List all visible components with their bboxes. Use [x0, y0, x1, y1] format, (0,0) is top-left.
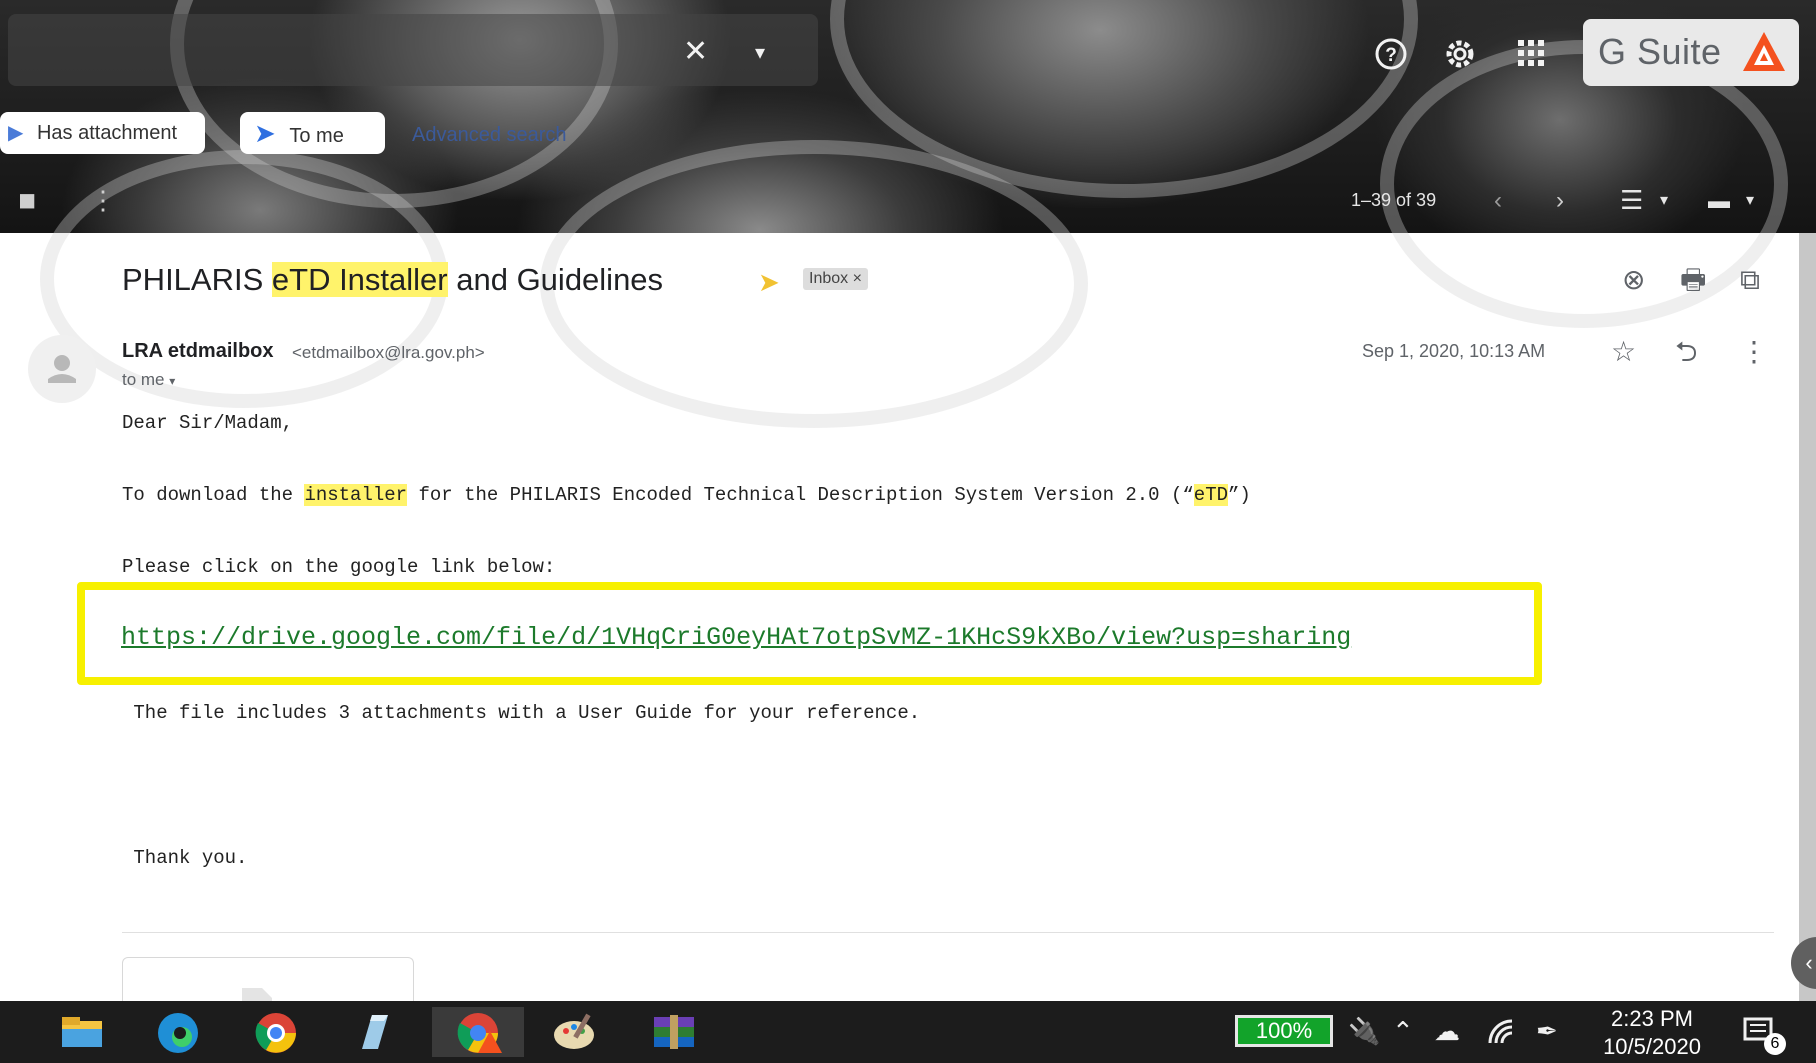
- caret-down-icon[interactable]: ▾: [755, 38, 765, 68]
- taskbar-chrome[interactable]: [238, 1007, 314, 1057]
- subject-highlighted-text: eTD Installer: [271, 262, 448, 297]
- edge-browser-icon: [158, 1013, 198, 1053]
- clock-time[interactable]: 2:23 PM: [1602, 1006, 1702, 1032]
- density-menu-icon[interactable]: ☰: [1620, 185, 1643, 215]
- more-vert-icon[interactable]: ⋮: [90, 185, 116, 215]
- body-highlighted-text: installer: [304, 484, 408, 506]
- body-line-download: To download the installer for the PHILAR…: [122, 484, 1251, 506]
- sender-email: <etdmailbox@lra.gov.ph>: [292, 343, 485, 362]
- keyboard-icon[interactable]: ▬: [1708, 186, 1730, 216]
- notification-count-badge: 6: [1764, 1033, 1786, 1055]
- clock-date[interactable]: 10/5/2020: [1595, 1034, 1709, 1060]
- gsuite-brand-label: G Suite: [1598, 31, 1722, 72]
- body-highlighted-text: eTD: [1193, 484, 1229, 506]
- windows-taskbar: 100% 🔌 ⌃ ☁ ✒ 2:23 PM 10/5/2020 6: [0, 1001, 1816, 1063]
- cloud-error-icon[interactable]: ☁: [1434, 1017, 1460, 1045]
- chevron-left-icon: ‹: [1805, 950, 1813, 975]
- gsuite-account-button[interactable]: G Suite: [1583, 19, 1799, 86]
- gmail-header: ✕ ▾ ? G Suite ▶ Has attachment ➤ To me A…: [0, 0, 1816, 428]
- caret-down-icon[interactable]: ▾: [1660, 186, 1668, 216]
- chip-label: Has attachment: [36, 122, 178, 144]
- organization-logo-icon: [1743, 32, 1785, 71]
- sender-name: LRA etdmailbox: [122, 340, 274, 362]
- caret-down-icon: ▾: [169, 374, 176, 388]
- apps-grid-icon[interactable]: [1516, 38, 1546, 74]
- open-in-new-window-icon[interactable]: ⧉: [1740, 266, 1760, 294]
- chevron-right-icon[interactable]: ›: [1556, 186, 1564, 216]
- body-text: for the PHILARIS Encoded Technical Descr…: [407, 484, 1194, 506]
- importance-marker-icon[interactable]: ➤: [758, 268, 780, 296]
- body-text: To download the: [122, 484, 305, 506]
- select-checkbox-icon[interactable]: ◼: [18, 185, 36, 215]
- person-icon: [48, 355, 76, 383]
- recipient-details-toggle[interactable]: to me ▾: [122, 370, 175, 390]
- attachment-icon: ▶: [8, 122, 24, 144]
- archive-icon: [654, 1015, 694, 1049]
- chevron-left-icon[interactable]: ‹: [1494, 186, 1502, 216]
- label-text: Inbox: [809, 270, 849, 287]
- reply-icon[interactable]: ⮌: [1675, 338, 1697, 366]
- chrome-icon: [255, 1013, 296, 1053]
- chrome-profile-icon: [457, 1013, 502, 1053]
- folder-icon: [62, 1017, 102, 1047]
- taskbar-paint[interactable]: [536, 1007, 612, 1057]
- recipient-label: to me: [122, 370, 165, 389]
- email-subject: PHILARIS eTD Installer and Guidelines: [122, 262, 663, 298]
- close-icon[interactable]: ✕: [683, 37, 708, 67]
- wifi-icon[interactable]: [1486, 1017, 1516, 1050]
- chip-label: To me: [289, 125, 344, 147]
- send-arrow-icon: ➤: [254, 118, 276, 148]
- print-icon[interactable]: 🖶: [1680, 266, 1706, 294]
- subject-text: PHILARIS: [122, 262, 272, 297]
- body-closing: Thank you.: [122, 847, 248, 869]
- taskbar-winrar[interactable]: [636, 1007, 712, 1057]
- scrollbar[interactable]: [1799, 233, 1816, 1003]
- body-line-instructions: Please click on the google link below:: [122, 556, 556, 578]
- taskbar-edge[interactable]: [140, 1007, 216, 1057]
- taskbar-notes-app[interactable]: [336, 1007, 412, 1057]
- notepad-icon: [362, 1015, 388, 1049]
- pen-icon[interactable]: ✒: [1536, 1017, 1558, 1045]
- caret-down-icon[interactable]: ▾: [1746, 186, 1754, 216]
- pagination-count: 1–39 of 39: [1351, 190, 1437, 210]
- taskbar-file-explorer[interactable]: [44, 1007, 120, 1057]
- side-panel-toggle[interactable]: ‹: [1791, 937, 1816, 989]
- chip-to-me[interactable]: ➤ To me: [240, 112, 385, 154]
- email-date: Sep 1, 2020, 10:13 AM: [1362, 341, 1546, 361]
- advanced-search-link[interactable]: Advanced search: [412, 124, 567, 147]
- attachments-divider: [122, 932, 1774, 933]
- subject-text: and Guidelines: [447, 262, 664, 297]
- help-circle-icon[interactable]: ?: [1374, 37, 1408, 77]
- more-vert-icon[interactable]: ⋮: [1740, 338, 1768, 366]
- collapse-all-icon[interactable]: ⊗: [1622, 266, 1645, 294]
- power-plug-icon[interactable]: 🔌: [1348, 1017, 1380, 1045]
- paint-palette-icon: [554, 1013, 594, 1049]
- taskbar-chrome-active[interactable]: [432, 1007, 524, 1057]
- sender-avatar: [28, 335, 96, 403]
- inbox-label-chip[interactable]: Inbox ×: [803, 268, 868, 290]
- body-greeting: Dear Sir/Madam,: [122, 412, 294, 434]
- svg-text:?: ?: [1385, 45, 1397, 66]
- remove-label-icon[interactable]: ×: [853, 270, 862, 287]
- body-text: ”): [1228, 484, 1251, 506]
- star-icon[interactable]: ☆: [1611, 338, 1636, 366]
- google-drive-link[interactable]: https://drive.google.com/file/d/1VHqCriG…: [121, 623, 1351, 652]
- battery-indicator[interactable]: 100%: [1235, 1015, 1333, 1047]
- chip-has-attachment[interactable]: ▶ Has attachment: [0, 112, 205, 154]
- body-line-attachments: The file includes 3 attachments with a U…: [122, 702, 921, 724]
- chevron-up-icon[interactable]: ⌃: [1392, 1017, 1414, 1045]
- gear-icon[interactable]: [1442, 36, 1478, 78]
